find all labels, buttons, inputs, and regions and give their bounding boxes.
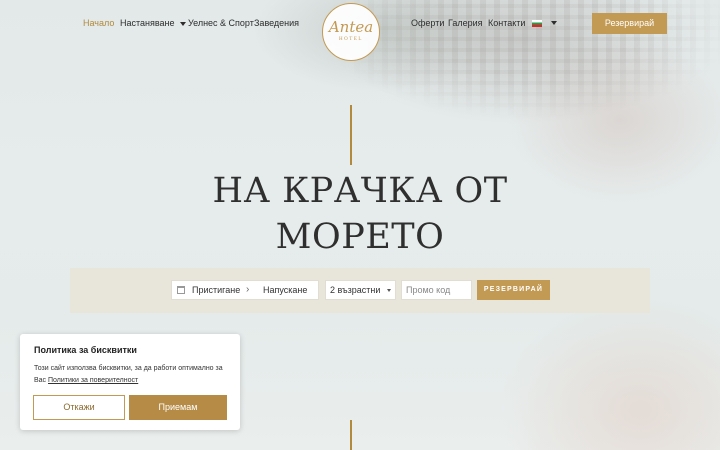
nav-home[interactable]: Начало <box>83 18 114 28</box>
hotel-logo[interactable]: Antea HOTEL <box>322 3 380 61</box>
guests-select[interactable]: 2 възрастни <box>325 280 396 300</box>
cookie-title: Политика за бисквитки <box>34 345 137 355</box>
dropdown-arrow-icon <box>387 289 391 292</box>
nav-accommodation-label: Настаняване <box>120 18 175 28</box>
hero-headline-line1: НА КРАЧКА ОТ <box>212 171 508 211</box>
hero-headline: НА КРАЧКА ОТ МОРЕТО <box>0 168 720 260</box>
date-range-picker[interactable]: Пристигане › Напускане <box>171 280 319 300</box>
decorative-line-top <box>350 105 352 165</box>
bulgarian-flag-icon[interactable] <box>532 20 542 27</box>
decorative-line-bottom <box>350 420 352 450</box>
cookie-consent-banner: Политика за бисквитки Този сайт използва… <box>20 334 240 430</box>
nav-venues[interactable]: Заведения <box>254 18 299 28</box>
hero-headline-line2: МОРЕТО <box>275 217 445 257</box>
language-chevron-down-icon[interactable] <box>551 21 557 25</box>
promo-code-input[interactable] <box>401 280 472 300</box>
main-navigation: Начало Настаняване Уелнес & Спорт Заведе… <box>0 0 720 61</box>
guests-value: 2 възрастни <box>330 285 381 295</box>
reserve-button[interactable]: Резервирай <box>592 13 667 34</box>
calendar-icon <box>177 286 185 294</box>
chevron-right-icon: › <box>246 284 250 295</box>
decline-cookies-button[interactable]: Откажи <box>33 395 125 420</box>
nav-contacts[interactable]: Контакти <box>488 18 525 28</box>
accept-cookies-button[interactable]: Приемам <box>129 395 227 420</box>
booking-submit-button[interactable]: РЕЗЕРВИРАЙ <box>477 280 550 300</box>
arrival-date[interactable]: Пристигане <box>192 281 240 299</box>
departure-date[interactable]: Напускане <box>263 281 307 299</box>
nav-offers[interactable]: Оферти <box>411 18 444 28</box>
privacy-policy-link[interactable]: Политики за поверителност <box>48 377 138 384</box>
nav-accommodation[interactable]: Настаняване <box>120 18 186 28</box>
nav-gallery[interactable]: Галерия <box>448 18 483 28</box>
cookie-description: Този сайт използва бисквитки, за да рабо… <box>34 363 230 387</box>
logo-subtitle: HOTEL <box>339 37 363 42</box>
logo-script-text: Antea <box>328 18 374 36</box>
booking-bar: Пристигане › Напускане 2 възрастни РЕЗЕР… <box>70 268 650 313</box>
chevron-down-icon <box>179 21 186 26</box>
nav-wellness[interactable]: Уелнес & Спорт <box>188 18 254 28</box>
